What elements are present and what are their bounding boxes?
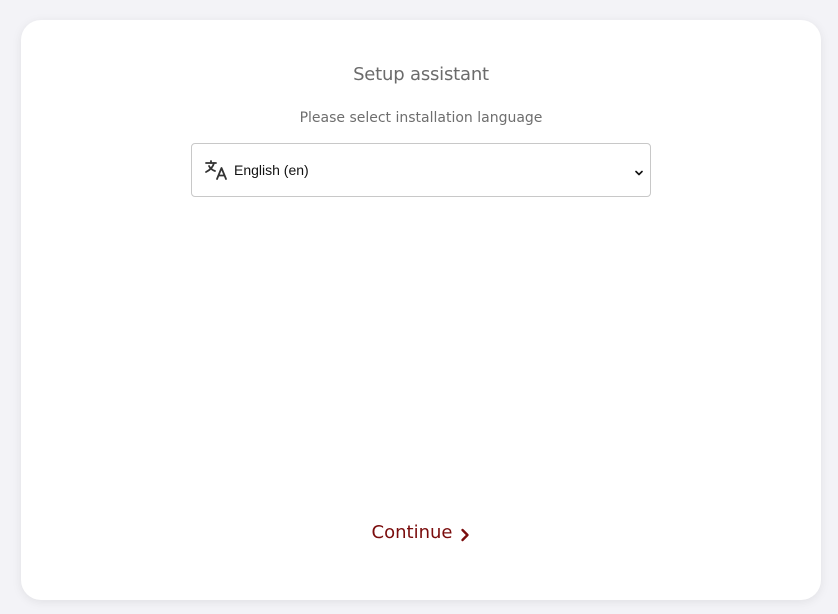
continue-label: Continue xyxy=(371,522,453,543)
chevron-down-icon xyxy=(634,165,644,176)
translate-icon xyxy=(204,159,228,181)
chevron-right-icon xyxy=(460,526,470,541)
continue-container: Continue xyxy=(21,522,821,543)
language-prompt: Please select installation language xyxy=(299,110,543,126)
selected-language: English (en) xyxy=(234,162,309,178)
language-select[interactable]: English (en) xyxy=(191,143,651,197)
setup-card: Setup assistant Please select installati… xyxy=(21,20,821,600)
page-title: Setup assistant xyxy=(353,64,489,85)
continue-button[interactable]: Continue xyxy=(372,522,471,543)
